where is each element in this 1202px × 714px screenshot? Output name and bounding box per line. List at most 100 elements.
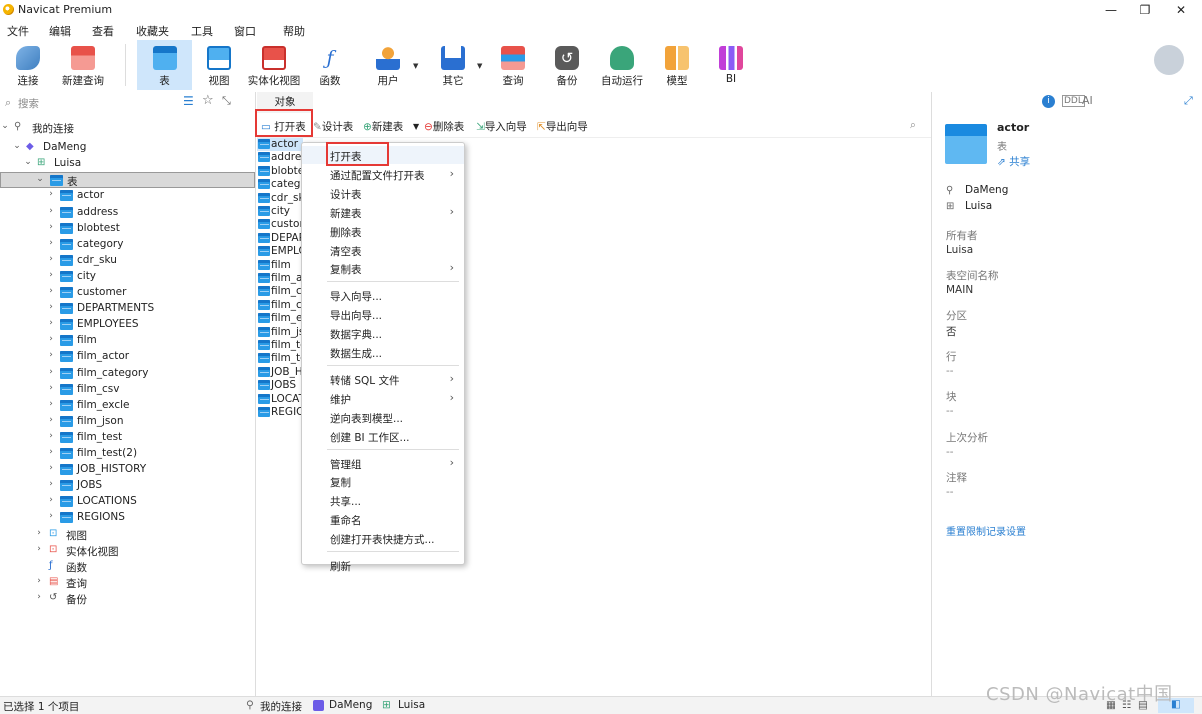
table-list-item[interactable]: film_ca: [257, 285, 303, 298]
table-list-item[interactable]: cdr_sk: [257, 192, 303, 205]
chevron-down-icon[interactable]: ⌄: [12, 141, 22, 151]
table-list-item[interactable]: LOCAT: [257, 393, 303, 406]
menu-help[interactable]: 帮助: [283, 23, 305, 39]
table-list-item[interactable]: film: [257, 259, 303, 272]
tree-table-item[interactable]: › film_excle: [0, 398, 255, 414]
menu-tools[interactable]: 工具: [191, 23, 213, 39]
tree-table-item[interactable]: › film_test: [0, 430, 255, 446]
tree-connection-dameng[interactable]: ⌄ ◆ DaMeng: [0, 140, 255, 156]
context-menu-item[interactable]: 复制表 ›: [302, 259, 464, 277]
tree-table-item[interactable]: › blobtest: [0, 221, 255, 237]
close-button[interactable]: ✕: [1164, 0, 1198, 20]
toolbar-function-button[interactable]: ƒ 函数: [308, 40, 352, 90]
chevron-right-icon[interactable]: ›: [34, 544, 44, 554]
toolbar-automation-button[interactable]: 自动运行: [598, 40, 646, 90]
toolbar-backup-button[interactable]: ↺ 备份: [548, 40, 586, 90]
tree-table-item[interactable]: › LOCATIONS: [0, 494, 255, 510]
chevron-right-icon[interactable]: ›: [46, 302, 56, 312]
tree-table-item[interactable]: › DEPARTMENTS: [0, 301, 255, 317]
menu-edit[interactable]: 编辑: [49, 23, 71, 39]
table-list-item[interactable]: city: [257, 205, 303, 218]
chevron-right-icon[interactable]: ›: [34, 592, 44, 602]
delete-table-button[interactable]: ⊖删除表: [424, 119, 464, 134]
menu-window[interactable]: 窗口: [234, 23, 256, 39]
tree-node-view[interactable]: › ⊡ 视图: [0, 527, 255, 543]
tree-table-item[interactable]: › film_json: [0, 414, 255, 430]
table-list-item[interactable]: EMPLO: [257, 245, 303, 258]
chevron-right-icon[interactable]: ›: [46, 254, 56, 264]
toolbar-new-query-button[interactable]: 新建查询: [58, 40, 108, 90]
context-menu-item[interactable]: 共享...: [302, 491, 464, 509]
tree-node-query[interactable]: › ▤ 查询: [0, 575, 255, 591]
table-list-item[interactable]: addres: [257, 151, 303, 164]
tree-node-function[interactable]: ƒ 函数: [0, 559, 255, 575]
tree-table-item[interactable]: › JOB_HISTORY: [0, 462, 255, 478]
chevron-right-icon[interactable]: ›: [46, 511, 56, 521]
context-menu-item[interactable]: 维护 ›: [302, 389, 464, 407]
tree-tables-node[interactable]: ⌄ 表: [0, 172, 255, 189]
chevron-right-icon[interactable]: ›: [46, 286, 56, 296]
chevron-right-icon[interactable]: ›: [46, 189, 56, 199]
toolbar-other-button[interactable]: 其它: [430, 40, 476, 90]
chevron-right-icon[interactable]: ›: [46, 383, 56, 393]
info-icon[interactable]: i: [1042, 95, 1055, 108]
tree-table-item[interactable]: › actor: [0, 188, 255, 204]
import-wizard-button[interactable]: ⇲导入向导: [476, 119, 527, 134]
table-list-item[interactable]: custon: [257, 218, 303, 231]
table-list-item[interactable]: REGIO: [257, 406, 303, 419]
tree-table-item[interactable]: › category: [0, 237, 255, 253]
toolbar-materialized-view-button[interactable]: 实体化视图: [246, 40, 302, 90]
tree-schema-luisa[interactable]: ⌄ ⊞ Luisa: [0, 156, 255, 172]
context-menu-item[interactable]: 刷新: [302, 556, 464, 574]
tree-table-item[interactable]: › film_csv: [0, 382, 255, 398]
tree-my-connections[interactable]: ⌄ ⚲ 我的连接: [0, 120, 255, 136]
chevron-down-icon[interactable]: ⌄: [35, 174, 45, 184]
navigation-search-input[interactable]: 搜索: [18, 96, 39, 111]
chevron-right-icon[interactable]: ›: [46, 350, 56, 360]
chevron-right-icon[interactable]: ›: [46, 318, 56, 328]
user-dropdown-caret-icon[interactable]: ▼: [413, 62, 418, 70]
tree-table-item[interactable]: › city: [0, 269, 255, 285]
chevron-right-icon[interactable]: ›: [46, 463, 56, 473]
context-menu-item[interactable]: 重命名: [302, 510, 464, 528]
chevron-right-icon[interactable]: ›: [46, 399, 56, 409]
tree-table-item[interactable]: › address: [0, 205, 255, 221]
context-menu-item[interactable]: 管理组 ›: [302, 454, 464, 472]
tree-table-item[interactable]: › JOBS: [0, 478, 255, 494]
toolbar-model-button[interactable]: 模型: [658, 40, 696, 90]
toolbar-view-button[interactable]: 视图: [196, 40, 242, 90]
table-list-item[interactable]: film_ex: [257, 312, 303, 325]
chevron-down-icon[interactable]: ⌄: [0, 121, 10, 131]
context-menu-item[interactable]: 导出向导...: [302, 305, 464, 323]
chevron-right-icon[interactable]: ›: [46, 206, 56, 216]
chevron-right-icon[interactable]: ›: [46, 479, 56, 489]
context-menu-item[interactable]: 逆向表到模型...: [302, 408, 464, 426]
tree-table-item[interactable]: › EMPLOYEES: [0, 317, 255, 333]
toolbar-query-button[interactable]: 查询: [494, 40, 532, 90]
filter-icon[interactable]: ☰: [183, 94, 194, 108]
table-list-item[interactable]: film_js: [257, 326, 303, 339]
tree-table-item[interactable]: › film_test(2): [0, 446, 255, 462]
toolbar-user-button[interactable]: 用户: [364, 40, 412, 90]
chevron-right-icon[interactable]: ›: [46, 222, 56, 232]
context-menu-item[interactable]: 创建 BI 工作区...: [302, 427, 464, 445]
ai-icon[interactable]: AI: [1082, 94, 1093, 107]
chevron-right-icon[interactable]: ›: [46, 270, 56, 280]
table-list-item[interactable]: JOB_H: [257, 366, 303, 379]
context-menu-item[interactable]: 数据字典...: [302, 324, 464, 342]
context-menu-item[interactable]: 删除表: [302, 222, 464, 240]
tree-table-item[interactable]: › film: [0, 333, 255, 349]
context-menu-item[interactable]: 转储 SQL 文件 ›: [302, 370, 464, 388]
chevron-right-icon[interactable]: ›: [46, 415, 56, 425]
toolbar-bi-button[interactable]: BI: [712, 40, 750, 90]
table-list-item[interactable]: film_te: [257, 352, 303, 365]
search-icon[interactable]: ⌕: [910, 119, 916, 132]
tree-table-item[interactable]: › film_actor: [0, 349, 255, 365]
chevron-right-icon[interactable]: ›: [46, 238, 56, 248]
menu-favorites[interactable]: 收藏夹: [136, 23, 169, 39]
chevron-right-icon[interactable]: ›: [46, 367, 56, 377]
toolbar-table-button[interactable]: 表: [137, 40, 192, 90]
table-list-item[interactable]: JOBS: [257, 379, 303, 392]
user-avatar[interactable]: [1154, 45, 1184, 75]
expand-icon[interactable]: ⤢: [1184, 94, 1193, 108]
